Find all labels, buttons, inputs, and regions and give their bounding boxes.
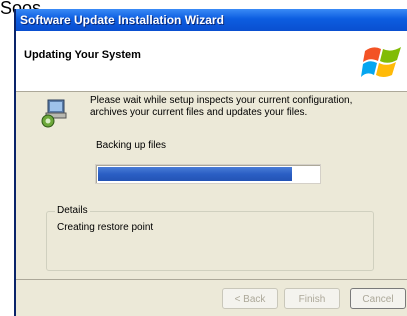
button-divider [16,279,407,280]
progress-bar [95,164,321,184]
details-group: Details Creating restore point [46,205,374,271]
title-bar[interactable]: Software Update Installation Wizard [16,9,407,31]
wizard-header: Updating Your System [16,31,407,92]
details-text: Creating restore point [57,222,154,233]
finish-button[interactable]: Finish [284,288,340,309]
details-legend: Details [55,205,90,216]
status-label: Backing up files [96,140,167,151]
window-title: Software Update Installation Wizard [20,13,224,27]
header-title: Updating Your System [24,49,141,61]
back-button[interactable]: < Back [222,288,278,309]
wizard-window: Software Update Installation Wizard Upda… [14,9,407,316]
setup-icon [41,99,67,128]
description-text: Please wait while setup inspects your cu… [90,95,353,118]
cancel-button[interactable]: Cancel [350,288,406,309]
windows-logo-icon [361,47,401,77]
progress-fill [98,167,292,181]
